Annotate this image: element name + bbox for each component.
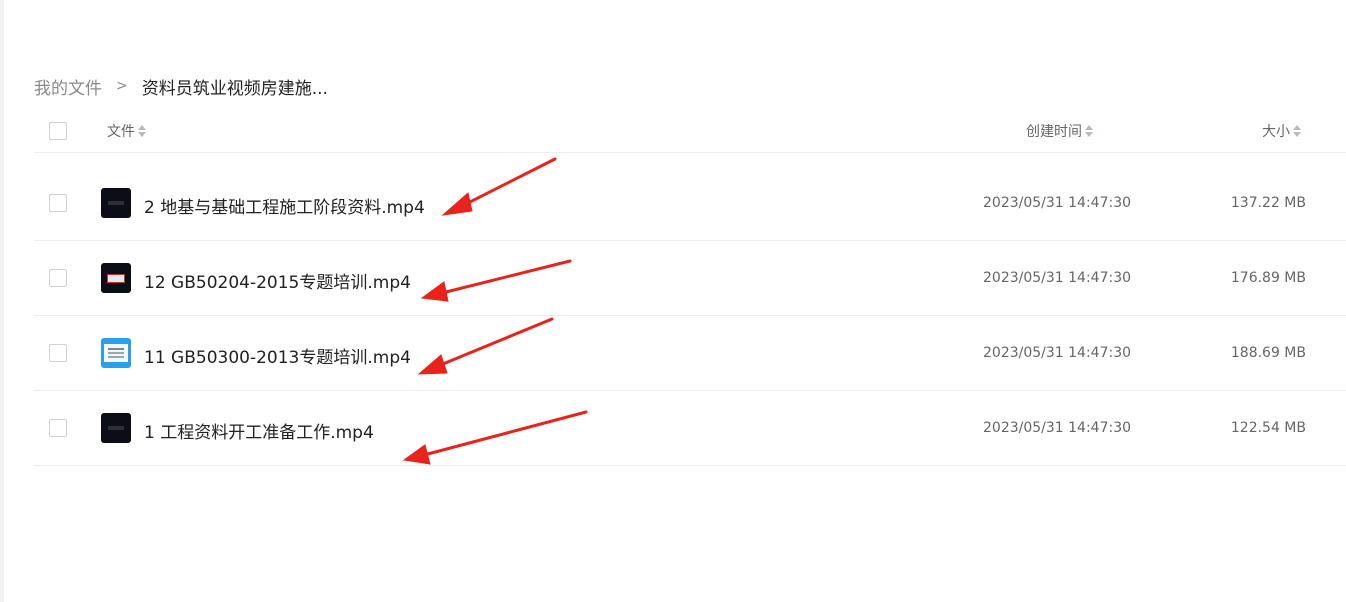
- file-size: 137.22 MB: [1230, 195, 1306, 211]
- video-thumbnail: [101, 188, 131, 218]
- column-header-name-label: 文件: [107, 124, 135, 140]
- table-header: 文件 创建时间 大小: [34, 110, 1346, 153]
- file-created-time: 2023/05/31 14:47:30: [983, 420, 1132, 436]
- sort-icon: [138, 125, 146, 137]
- video-thumbnail: [101, 263, 131, 293]
- breadcrumb: 我的文件 > 资料员筑业视频房建施...: [34, 73, 328, 99]
- file-size: 122.54 MB: [1230, 420, 1306, 436]
- file-name[interactable]: 1 工程资料开工准备工作.mp4: [144, 418, 374, 443]
- breadcrumb-root-link[interactable]: 我的文件: [34, 74, 102, 99]
- row-checkbox[interactable]: [49, 194, 67, 212]
- file-name[interactable]: 2 地基与基础工程施工阶段资料.mp4: [144, 193, 425, 218]
- table-row[interactable]: 1 工程资料开工准备工作.mp4 2023/05/31 14:47:30 122…: [34, 391, 1346, 466]
- file-created-time: 2023/05/31 14:47:30: [983, 195, 1132, 211]
- file-created-time: 2023/05/31 14:47:30: [983, 270, 1132, 286]
- file-name[interactable]: 11 GB50300-2013专题培训.mp4: [144, 343, 411, 368]
- file-list-page: 我的文件 > 资料员筑业视频房建施... 文件 创建时间 大小 2 地基与基础工…: [0, 0, 1346, 602]
- table-row[interactable]: 2 地基与基础工程施工阶段资料.mp4 2023/05/31 14:47:30 …: [34, 166, 1346, 241]
- breadcrumb-current-folder: 资料员筑业视频房建施...: [141, 78, 328, 99]
- table-row[interactable]: 12 GB50204-2015专题培训.mp4 2023/05/31 14:47…: [34, 241, 1346, 316]
- file-size: 176.89 MB: [1230, 270, 1306, 286]
- column-header-size-label: 大小: [1262, 124, 1290, 140]
- row-checkbox[interactable]: [49, 344, 67, 362]
- column-header-created-label: 创建时间: [1026, 124, 1082, 140]
- breadcrumb-separator: >: [116, 78, 128, 94]
- select-all-checkbox[interactable]: [49, 122, 67, 140]
- table-row[interactable]: 11 GB50300-2013专题培训.mp4 2023/05/31 14:47…: [34, 316, 1346, 391]
- row-checkbox[interactable]: [49, 419, 67, 437]
- column-header-size[interactable]: 大小: [1262, 121, 1301, 141]
- sort-icon: [1293, 125, 1301, 137]
- column-header-created[interactable]: 创建时间: [1026, 121, 1093, 141]
- sort-icon: [1085, 125, 1093, 137]
- column-header-name[interactable]: 文件: [107, 121, 146, 141]
- row-checkbox[interactable]: [49, 269, 67, 287]
- file-name[interactable]: 12 GB50204-2015专题培训.mp4: [144, 268, 411, 293]
- video-thumbnail: [101, 413, 131, 443]
- file-size: 188.69 MB: [1230, 345, 1306, 361]
- video-thumbnail: [101, 338, 131, 368]
- file-created-time: 2023/05/31 14:47:30: [983, 345, 1132, 361]
